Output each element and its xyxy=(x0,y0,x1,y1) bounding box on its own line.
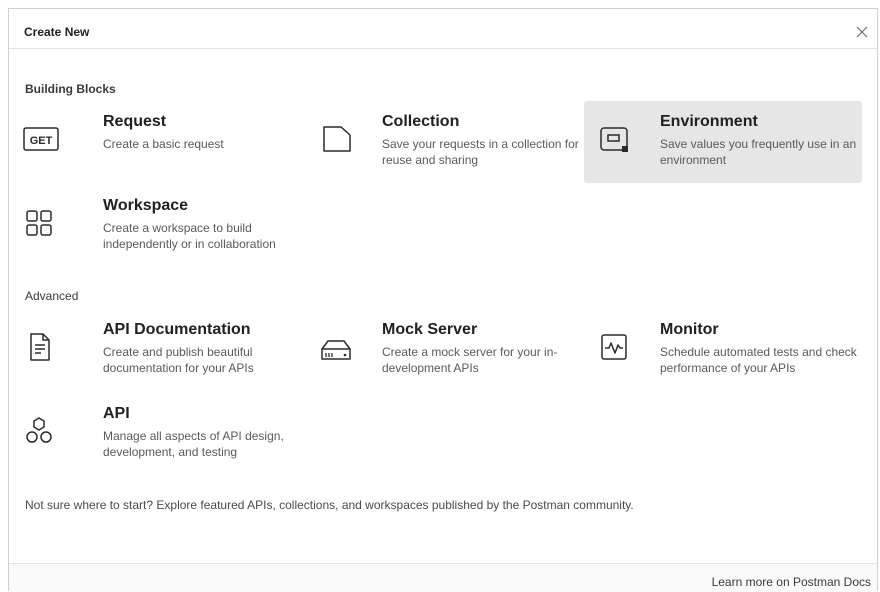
modal-footer: Learn more on Postman Docs xyxy=(9,563,877,592)
postman-docs-link[interactable]: Learn more on Postman Docs xyxy=(712,575,871,589)
tile-title: Mock Server xyxy=(382,321,478,338)
close-button[interactable] xyxy=(853,23,871,41)
tile-description: Schedule automated tests and check perfo… xyxy=(660,345,857,375)
api-hexagons-icon xyxy=(23,415,55,447)
collection-folder-icon xyxy=(321,123,353,155)
tile-title: Monitor xyxy=(660,321,719,338)
modal-title: Create New xyxy=(24,25,90,39)
tile-title: API Documentation xyxy=(103,321,251,338)
tile-description: Save your requests in a collection for r… xyxy=(382,137,579,167)
tile-title: API xyxy=(103,405,130,422)
tile-title: Environment xyxy=(660,113,758,130)
close-icon xyxy=(856,26,868,38)
tile-description: Create a workspace to build independentl… xyxy=(103,221,276,251)
tile-title: Collection xyxy=(382,113,460,130)
section-title-advanced: Advanced xyxy=(25,289,79,303)
create-new-modal: Create New Building Blocks GET Request C… xyxy=(8,8,878,592)
explore-hint-text: Not sure where to start? Explore feature… xyxy=(25,498,634,512)
tile-description: Create and publish beautiful documentati… xyxy=(103,345,254,375)
section-title-building-blocks: Building Blocks xyxy=(25,82,116,96)
tile-title: Workspace xyxy=(103,197,189,214)
tile-description: Save values you frequently use in an env… xyxy=(660,137,857,167)
tile-monitor[interactable]: Monitor Schedule automated tests and che… xyxy=(584,309,862,391)
tile-description: Create a mock server for your in-develop… xyxy=(382,345,558,375)
modal-header: Create New xyxy=(9,9,877,49)
server-icon xyxy=(319,331,351,363)
workspace-grid-icon xyxy=(23,207,55,239)
get-icon: GET xyxy=(23,123,59,155)
tile-collection[interactable]: Collection Save your requests in a colle… xyxy=(305,101,583,183)
environment-icon xyxy=(598,123,630,155)
tile-api[interactable]: API Manage all aspects of API design, de… xyxy=(9,393,287,475)
svg-text:GET: GET xyxy=(30,135,53,147)
tile-api-documentation[interactable]: API Documentation Create and publish bea… xyxy=(9,309,287,391)
monitor-pulse-icon xyxy=(598,331,630,363)
tile-request[interactable]: GET Request Create a basic request xyxy=(9,101,287,183)
document-icon xyxy=(23,331,55,363)
tile-environment[interactable]: Environment Save values you frequently u… xyxy=(584,101,862,183)
tile-description: Manage all aspects of API design, develo… xyxy=(103,429,284,459)
tile-title: Request xyxy=(103,113,167,130)
tile-mock-server[interactable]: Mock Server Create a mock server for you… xyxy=(305,309,583,391)
tile-workspace[interactable]: Workspace Create a workspace to build in… xyxy=(9,185,287,267)
tile-description: Create a basic request xyxy=(103,137,224,151)
